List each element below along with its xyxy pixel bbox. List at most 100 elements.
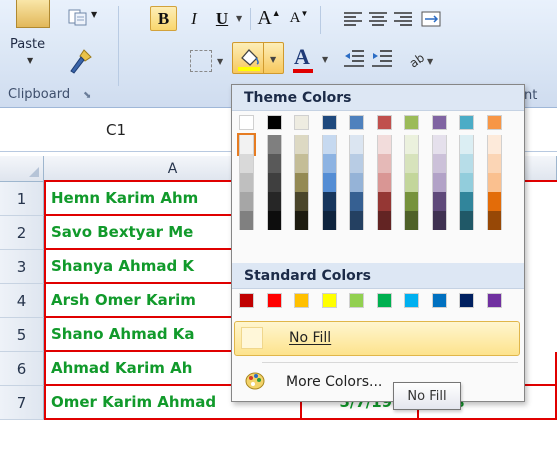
theme-color-swatch[interactable] [349, 135, 364, 154]
paste-icon[interactable] [16, 0, 50, 28]
theme-color-swatch[interactable] [459, 135, 474, 154]
theme-color-swatch[interactable] [294, 135, 309, 154]
theme-color-swatch[interactable] [321, 135, 337, 154]
no-fill-menu-item[interactable]: No Fill [234, 321, 520, 356]
borders-dropdown-arrow-icon[interactable]: ▼ [217, 57, 223, 66]
theme-color-swatch[interactable] [431, 173, 447, 192]
theme-color-swatch[interactable] [266, 211, 282, 230]
theme-color-swatch[interactable] [486, 154, 502, 173]
theme-color-swatch[interactable] [294, 173, 309, 192]
underline-dropdown-arrow-icon[interactable]: ▼ [236, 14, 242, 23]
theme-color-swatch[interactable] [321, 154, 337, 173]
theme-color-swatch[interactable] [431, 115, 447, 130]
standard-color-swatch[interactable] [321, 293, 337, 308]
theme-color-swatch[interactable] [486, 135, 502, 154]
row-header[interactable]: 7 [0, 386, 44, 420]
theme-color-swatch[interactable] [376, 192, 392, 211]
theme-color-swatch[interactable] [404, 211, 419, 230]
format-painter-icon[interactable] [66, 47, 94, 75]
copy-dropdown-arrow-icon[interactable]: ▼ [91, 10, 97, 19]
theme-color-swatch[interactable] [459, 211, 474, 230]
fill-color-button[interactable]: ▼ [232, 42, 284, 74]
theme-color-swatch[interactable] [294, 115, 309, 130]
paste-button-label[interactable]: Paste [10, 37, 45, 52]
standard-color-swatch[interactable] [459, 293, 474, 308]
align-left-icon[interactable] [342, 10, 364, 28]
merge-center-icon[interactable] [420, 8, 442, 30]
theme-color-swatch[interactable] [376, 154, 392, 173]
theme-color-swatch[interactable] [486, 115, 502, 130]
copy-icon[interactable] [68, 8, 90, 26]
theme-color-swatch[interactable] [459, 173, 474, 192]
theme-color-swatch[interactable] [294, 192, 309, 211]
theme-color-swatch[interactable] [376, 211, 392, 230]
theme-color-swatch[interactable] [486, 192, 502, 211]
theme-color-swatch[interactable] [294, 211, 309, 230]
theme-color-swatch[interactable] [239, 192, 254, 211]
theme-color-swatch[interactable] [431, 154, 447, 173]
theme-color-swatch[interactable] [321, 211, 337, 230]
theme-color-swatch[interactable] [266, 135, 282, 154]
theme-color-swatch[interactable] [376, 173, 392, 192]
theme-color-swatch[interactable] [404, 192, 419, 211]
standard-color-swatch[interactable] [404, 293, 419, 308]
theme-color-swatch[interactable] [376, 115, 392, 130]
theme-color-swatch[interactable] [431, 211, 447, 230]
theme-color-swatch[interactable] [266, 173, 282, 192]
theme-color-swatch[interactable] [239, 154, 254, 173]
align-right-icon[interactable] [392, 10, 414, 28]
row-header[interactable]: 6 [0, 352, 44, 386]
theme-color-swatch[interactable] [459, 154, 474, 173]
font-color-dropdown-arrow-icon[interactable]: ▼ [322, 55, 328, 64]
theme-color-swatch[interactable] [294, 154, 309, 173]
increase-indent-icon[interactable] [370, 48, 394, 70]
shrink-font-button[interactable]: A ▼ [288, 6, 310, 31]
standard-color-swatch[interactable] [239, 293, 254, 308]
theme-color-swatch[interactable] [404, 115, 419, 130]
theme-color-swatch[interactable] [237, 133, 256, 156]
fill-color-dropdown-arrow-icon[interactable]: ▼ [270, 55, 276, 64]
more-colors-menu-item[interactable]: More Colors... [286, 374, 382, 390]
font-color-button[interactable]: A ▼ [290, 44, 334, 74]
theme-color-swatch[interactable] [266, 192, 282, 211]
decrease-indent-icon[interactable] [342, 48, 366, 70]
theme-color-swatch[interactable] [239, 211, 254, 230]
row-header[interactable]: 4 [0, 284, 44, 318]
select-all-corner[interactable] [0, 156, 44, 182]
underline-button[interactable]: U [211, 6, 233, 31]
borders-icon[interactable] [190, 50, 212, 72]
standard-color-swatch[interactable] [266, 293, 282, 308]
orientation-icon[interactable]: ab ▼ [406, 48, 434, 70]
align-center-icon[interactable] [367, 10, 389, 28]
paste-dropdown-arrow-icon[interactable]: ▼ [27, 56, 33, 65]
theme-color-swatch[interactable] [431, 135, 447, 154]
theme-color-swatch[interactable] [349, 211, 364, 230]
theme-color-swatch[interactable] [404, 173, 419, 192]
standard-color-swatch[interactable] [486, 293, 502, 308]
theme-color-swatch[interactable] [321, 192, 337, 211]
row-header[interactable]: 2 [0, 216, 44, 250]
theme-color-swatch[interactable] [404, 154, 419, 173]
theme-color-swatch[interactable] [486, 173, 502, 192]
theme-color-swatch[interactable] [404, 135, 419, 154]
row-header[interactable]: 1 [0, 182, 44, 216]
dialog-launcher-icon[interactable]: ⬊ [83, 90, 91, 101]
theme-color-swatch[interactable] [321, 173, 337, 192]
standard-color-swatch[interactable] [349, 293, 364, 308]
theme-color-swatch[interactable] [349, 192, 364, 211]
theme-color-swatch[interactable] [459, 192, 474, 211]
theme-color-swatch[interactable] [459, 115, 474, 130]
theme-color-swatch[interactable] [266, 115, 282, 130]
standard-color-swatch[interactable] [376, 293, 392, 308]
italic-button[interactable]: I [183, 6, 205, 31]
row-header[interactable]: 5 [0, 318, 44, 352]
theme-color-swatch[interactable] [349, 154, 364, 173]
theme-color-swatch[interactable] [321, 115, 337, 130]
standard-color-swatch[interactable] [431, 293, 447, 308]
theme-color-swatch[interactable] [239, 173, 254, 192]
theme-color-swatch[interactable] [431, 192, 447, 211]
theme-color-swatch[interactable] [376, 135, 392, 154]
grow-font-button[interactable]: A ▲ [257, 6, 280, 31]
row-header[interactable]: 3 [0, 250, 44, 284]
standard-color-swatch[interactable] [294, 293, 309, 308]
